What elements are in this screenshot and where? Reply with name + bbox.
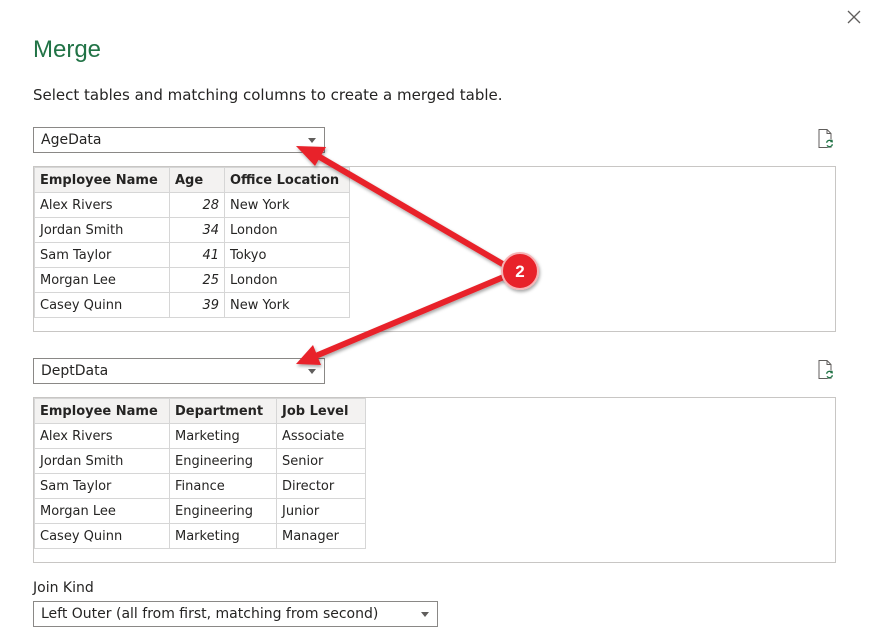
first-table-preview: Employee Name Age Office Location Alex R… <box>33 166 836 332</box>
chevron-down-icon <box>300 137 324 143</box>
column-header[interactable]: Employee Name <box>34 167 170 193</box>
table-cell: 25 <box>169 267 225 293</box>
close-button[interactable] <box>842 6 866 28</box>
table-cell: 34 <box>169 217 225 243</box>
table-cell: Casey Quinn <box>34 292 170 318</box>
table-cell: Casey Quinn <box>34 523 170 549</box>
table-row: Alex Rivers 28 New York <box>34 192 350 218</box>
table-cell: Jordan Smith <box>34 448 170 474</box>
table-cell: Senior <box>276 448 366 474</box>
column-header[interactable]: Age <box>169 167 225 193</box>
table-header-row: Employee Name Age Office Location <box>34 167 350 193</box>
column-header[interactable]: Office Location <box>224 167 350 193</box>
table-cell: Sam Taylor <box>34 242 170 268</box>
join-kind-select[interactable]: Left Outer (all from first, matching fro… <box>33 601 438 627</box>
table-cell: Marketing <box>169 423 277 449</box>
chevron-down-icon <box>413 611 437 617</box>
first-preview-table: Employee Name Age Office Location Alex R… <box>34 167 350 318</box>
table-cell: Marketing <box>169 523 277 549</box>
table-row: Sam Taylor Finance Director <box>34 473 366 499</box>
refresh-icon <box>818 360 834 379</box>
refresh-icon <box>818 129 834 148</box>
dialog-subtitle: Select tables and matching columns to cr… <box>33 86 503 104</box>
table-cell: New York <box>224 292 350 318</box>
table-cell: Director <box>276 473 366 499</box>
table-row: Morgan Lee 25 London <box>34 267 350 293</box>
table-row: Sam Taylor 41 Tokyo <box>34 242 350 268</box>
table-cell: Junior <box>276 498 366 524</box>
table-cell: Jordan Smith <box>34 217 170 243</box>
table-cell: Engineering <box>169 448 277 474</box>
join-kind-label: Join Kind <box>33 580 94 596</box>
table-row: Casey Quinn Marketing Manager <box>34 523 366 549</box>
table-cell: London <box>224 217 350 243</box>
table-row: Alex Rivers Marketing Associate <box>34 423 366 449</box>
table-cell: 28 <box>169 192 225 218</box>
table-cell: 41 <box>169 242 225 268</box>
column-header[interactable]: Job Level <box>276 398 366 424</box>
table-cell: Alex Rivers <box>34 192 170 218</box>
column-header[interactable]: Department <box>169 398 277 424</box>
table-header-row: Employee Name Department Job Level <box>34 398 366 424</box>
chevron-down-icon <box>300 368 324 374</box>
table-cell: Sam Taylor <box>34 473 170 499</box>
table-cell: Tokyo <box>224 242 350 268</box>
column-header[interactable]: Employee Name <box>34 398 170 424</box>
table-row: Jordan Smith 34 London <box>34 217 350 243</box>
table-row: Jordan Smith Engineering Senior <box>34 448 366 474</box>
refresh-first-preview-button[interactable] <box>816 128 836 150</box>
table-row: Casey Quinn 39 New York <box>34 292 350 318</box>
second-table-select-value: DeptData <box>41 363 109 379</box>
first-table-select-value: AgeData <box>41 132 102 148</box>
table-cell: Morgan Lee <box>34 267 170 293</box>
table-cell: Morgan Lee <box>34 498 170 524</box>
dialog-title: Merge <box>33 36 102 63</box>
table-cell: London <box>224 267 350 293</box>
second-preview-table: Employee Name Department Job Level Alex … <box>34 398 366 549</box>
table-cell: Associate <box>276 423 366 449</box>
refresh-second-preview-button[interactable] <box>816 359 836 381</box>
close-icon <box>847 10 861 24</box>
first-table-select[interactable]: AgeData <box>33 127 325 153</box>
table-row: Morgan Lee Engineering Junior <box>34 498 366 524</box>
table-cell: 39 <box>169 292 225 318</box>
table-cell: Engineering <box>169 498 277 524</box>
table-cell: Alex Rivers <box>34 423 170 449</box>
join-kind-select-value: Left Outer (all from first, matching fro… <box>41 606 379 622</box>
second-table-select[interactable]: DeptData <box>33 358 325 384</box>
table-cell: Finance <box>169 473 277 499</box>
table-cell: New York <box>224 192 350 218</box>
table-cell: Manager <box>276 523 366 549</box>
second-table-preview: Employee Name Department Job Level Alex … <box>33 397 836 563</box>
